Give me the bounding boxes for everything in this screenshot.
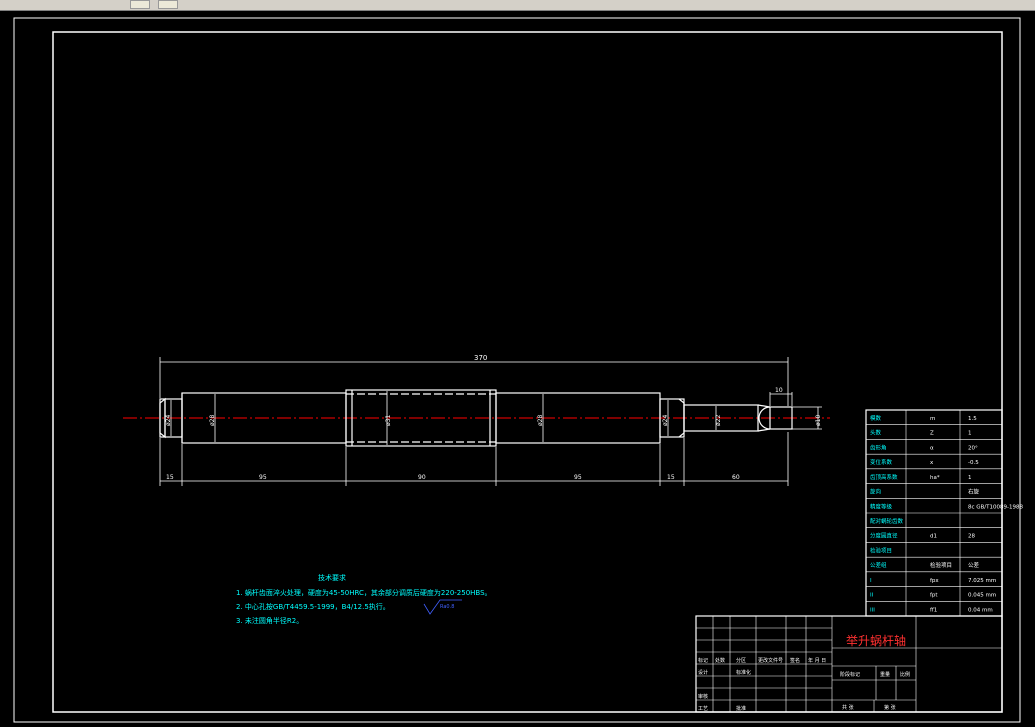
tb-label: 标准化 <box>736 669 751 676</box>
param-cell: 8c GB/T10089-1988 <box>968 504 1023 510</box>
dia-label: ø28 <box>537 415 544 426</box>
param-cell: 右旋 <box>968 488 980 496</box>
tb-label: 签名 <box>790 657 800 664</box>
dia-label: ø31 <box>385 415 392 426</box>
param-cell: III <box>870 607 875 613</box>
segment-dimensions <box>159 432 789 486</box>
param-cell: α <box>930 445 934 451</box>
param-cell: ha* <box>930 475 940 481</box>
overall-dim-label: 370 <box>474 354 487 362</box>
param-cell: 1 <box>968 431 972 437</box>
param-cell: x <box>930 460 934 466</box>
tb-label: 标记 <box>698 657 708 664</box>
tb-label: 第 张 <box>884 704 896 711</box>
roughness-symbol: Ra0.8 <box>423 599 462 615</box>
tb-label: 分区 <box>736 657 746 664</box>
param-cell: 0.045 mm <box>968 593 996 599</box>
param-cell: 0.04 mm <box>968 607 993 613</box>
tb-label: 批准 <box>736 705 746 712</box>
param-cell: 齿顶高系数 <box>870 473 898 481</box>
tb-label: 审核 <box>698 693 708 700</box>
tech-title: 技术要求 <box>318 573 346 582</box>
cad-drawing: ø24 ø28 ø31 ø28 ø24 ø22 ø10 370 10 15 95… <box>13 17 1023 723</box>
tb-label: 处数 <box>715 657 725 664</box>
tech-line: 1. 蜗杆齿面淬火处理，硬度为45-50HRC，其余部分调质后硬度为220-25… <box>236 588 492 597</box>
param-cell: 精度等级 <box>870 502 893 510</box>
param-cell: ff1 <box>930 607 937 613</box>
dia-label: ø10 <box>815 415 822 426</box>
param-table: 模数 m 1.5 头数 Z 1 齿形角 α 20° 变位系数 x -0.5 齿顶高系数 ha* 1 旋向 右旋精… <box>865 409 1023 617</box>
param-cell: 7.025 mm <box>968 578 996 584</box>
param-cell: fpt <box>930 593 938 599</box>
param-cell: Z <box>930 431 934 437</box>
roughness-label: Ra0.8 <box>440 604 454 610</box>
param-cell: 公差组 <box>870 561 887 569</box>
param-cell: 公差 <box>968 561 980 569</box>
dia-label: ø28 <box>209 415 216 426</box>
tb-label: 设计 <box>698 669 708 676</box>
param-cell: 旋向 <box>870 488 881 496</box>
segment-label: 90 <box>418 474 426 481</box>
param-cell: 1.5 <box>968 416 977 422</box>
dia-label: ø24 <box>165 415 172 426</box>
param-cell: 变位系数 <box>870 458 893 466</box>
tech-line: 2. 中心孔按GB/T4459.5-1999，B4/12.5执行。 <box>236 602 390 611</box>
param-cell: 分度圆直径 <box>870 532 898 540</box>
title-block: 举升蜗杆轴 标记 处数 分区 更改文件号 签名 年 月 日 设计 标准化 审核 … <box>695 615 1003 713</box>
param-cell: 齿形角 <box>870 443 887 451</box>
right-top-dimension <box>769 392 793 406</box>
tb-label: 比例 <box>900 671 910 678</box>
inner-frame <box>52 31 1003 713</box>
param-cell: II <box>870 593 874 599</box>
param-cell: -0.5 <box>968 460 979 466</box>
param-cell: fpx <box>930 578 939 584</box>
tb-label: 更改文件号 <box>758 657 783 664</box>
param-cell: d1 <box>930 534 937 540</box>
overall-dimension <box>159 357 789 406</box>
view-icon[interactable] <box>158 0 178 9</box>
param-cell: 配对蜗轮齿数 <box>870 517 904 525</box>
param-cell: 28 <box>968 534 975 540</box>
param-cell: I <box>870 578 872 584</box>
param-cell: m <box>930 416 935 422</box>
segment-label: 60 <box>732 474 740 481</box>
segment-label: 95 <box>574 474 582 481</box>
segment-label: 95 <box>259 474 267 481</box>
segment-label: 15 <box>667 474 675 481</box>
dia-label: ø24 <box>662 415 669 426</box>
tech-line: 3. 未注圆角半径R2。 <box>236 616 303 625</box>
param-cell: 1 <box>968 475 972 481</box>
part-name: 举升蜗杆轴 <box>846 633 906 648</box>
param-cell: 检验项目 <box>930 561 952 569</box>
tb-label: 阶段标记 <box>840 671 860 678</box>
tb-label: 工艺 <box>698 706 708 712</box>
tb-label: 重量 <box>880 671 890 678</box>
param-cell: 头数 <box>870 429 882 437</box>
segment-label: 15 <box>166 474 174 481</box>
dia-label: ø22 <box>715 415 722 426</box>
param-cell: 检验项目 <box>870 546 892 554</box>
tb-label: 年 月 日 <box>808 657 826 664</box>
tb-label: 共 张 <box>842 704 854 711</box>
param-cell: 模数 <box>870 414 882 422</box>
right-top-dim-label: 10 <box>775 387 783 394</box>
param-cell: 20° <box>968 445 978 451</box>
zoom-icon[interactable] <box>130 0 150 9</box>
